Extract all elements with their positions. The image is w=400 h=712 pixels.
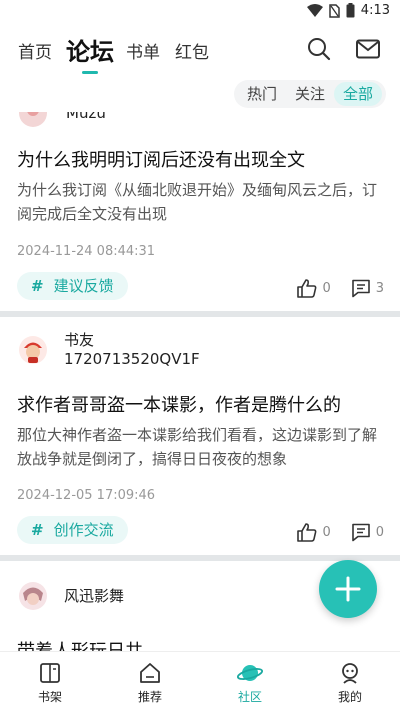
tag-label: 建议反馈	[53, 277, 114, 295]
status-time: 4:13	[360, 3, 390, 18]
bottom-nav-label: 书架	[37, 690, 62, 704]
post-stats: 0 0	[283, 523, 384, 542]
bottom-nav-recommend[interactable]: 推荐	[100, 652, 200, 712]
bottom-nav-profile[interactable]: 我的	[300, 652, 400, 712]
post-timestamp: 2024-11-24 08:44:31	[17, 244, 156, 259]
filter-hot[interactable]: 热门	[238, 82, 286, 106]
status-icons: 4:13	[306, 3, 390, 18]
post-excerpt[interactable]: 为什么我订阅《从缅北败退开始》及缅甸风云之后，订阅完成后全文没有出现	[17, 178, 387, 226]
bottom-nav-label: 社区	[237, 690, 262, 704]
like-count: 0	[322, 525, 331, 540]
filter-following[interactable]: 关注	[286, 82, 334, 106]
author-name: Muzu	[66, 112, 106, 122]
search-icon[interactable]	[307, 37, 331, 61]
create-post-button[interactable]	[319, 560, 377, 618]
author-name-line2: 1720713520QV1F	[64, 350, 200, 368]
author-name: 书友 1720713520QV1F	[64, 331, 200, 369]
thumbs-up-icon[interactable]	[297, 523, 317, 542]
post-author[interactable]: 风迅影舞	[18, 581, 124, 611]
post-card[interactable]: 书友 1720713520QV1F 求作者哥哥盗一本谍影，作者是腾什么的 那位大…	[0, 317, 400, 555]
bottom-nav: 书架 推荐 社区 我的	[0, 651, 400, 712]
author-name: 风迅影舞	[64, 586, 125, 605]
thumbs-up-icon[interactable]	[297, 279, 317, 298]
comment-stat[interactable]: 0	[351, 523, 384, 542]
profile-icon	[342, 663, 358, 684]
comment-icon[interactable]	[351, 523, 371, 542]
mail-icon[interactable]	[356, 39, 380, 59]
battery-icon	[346, 3, 355, 18]
home-icon	[140, 663, 160, 683]
bottom-nav-label: 推荐	[137, 690, 162, 704]
author-name-line1: 书友	[64, 331, 95, 349]
status-bar: 4:13	[0, 0, 400, 24]
avatar[interactable]	[18, 581, 48, 611]
filter-all[interactable]: 全部	[333, 82, 382, 106]
sim-icon	[329, 3, 340, 18]
comment-icon[interactable]	[351, 279, 371, 298]
active-tab-indicator	[82, 71, 98, 74]
post-title[interactable]: 带着人形玩日共	[17, 637, 143, 651]
comment-stat[interactable]: 3	[351, 279, 384, 298]
feed-filter: 热门 关注 全部	[233, 80, 386, 108]
bottom-nav-community[interactable]: 社区	[200, 652, 300, 712]
tag-hash: #	[31, 277, 44, 295]
post-tag[interactable]: # 创作交流	[17, 516, 128, 544]
tab-home[interactable]: 首页	[18, 38, 52, 63]
post-author[interactable]: Muzu	[18, 112, 106, 128]
bottom-nav-bookshelf[interactable]: 书架	[0, 652, 100, 712]
bottom-nav-label: 我的	[337, 690, 362, 704]
post-author[interactable]: 书友 1720713520QV1F	[18, 331, 200, 369]
avatar[interactable]	[18, 335, 48, 365]
tag-label: 创作交流	[53, 521, 114, 539]
post-stats: 0 3	[283, 279, 384, 298]
wifi-icon	[306, 4, 323, 17]
comment-count: 3	[375, 281, 384, 296]
comment-count: 0	[375, 525, 384, 540]
tag-hash: #	[31, 521, 44, 539]
plus-icon	[335, 576, 361, 602]
like-stat[interactable]: 0	[297, 279, 331, 298]
like-count: 0	[322, 281, 331, 296]
post-tag[interactable]: # 建议反馈	[17, 272, 128, 300]
tab-forum[interactable]: 论坛	[66, 32, 114, 67]
post-timestamp: 2024-12-05 17:09:46	[17, 488, 156, 503]
post-card[interactable]: Muzu 为什么我明明订阅后还没有出现全文 为什么我订阅《从缅北败退开始》及缅甸…	[0, 112, 400, 312]
tab-booklist[interactable]: 书单	[126, 38, 160, 63]
post-excerpt[interactable]: 那位大神作者盗一本谍影给我们看看，这边谍影到了解放战争就是倒闭了，搞得日日夜夜的…	[17, 423, 387, 471]
post-title[interactable]: 为什么我明明订阅后还没有出现全文	[17, 146, 305, 172]
tab-red-packet[interactable]: 红包	[175, 38, 209, 63]
avatar[interactable]	[18, 112, 48, 128]
book-icon	[40, 663, 60, 683]
top-nav: 首页 论坛 书单 红包	[0, 24, 400, 76]
planet-icon	[237, 665, 263, 681]
post-title[interactable]: 求作者哥哥盗一本谍影，作者是腾什么的	[17, 391, 341, 417]
like-stat[interactable]: 0	[297, 523, 331, 542]
